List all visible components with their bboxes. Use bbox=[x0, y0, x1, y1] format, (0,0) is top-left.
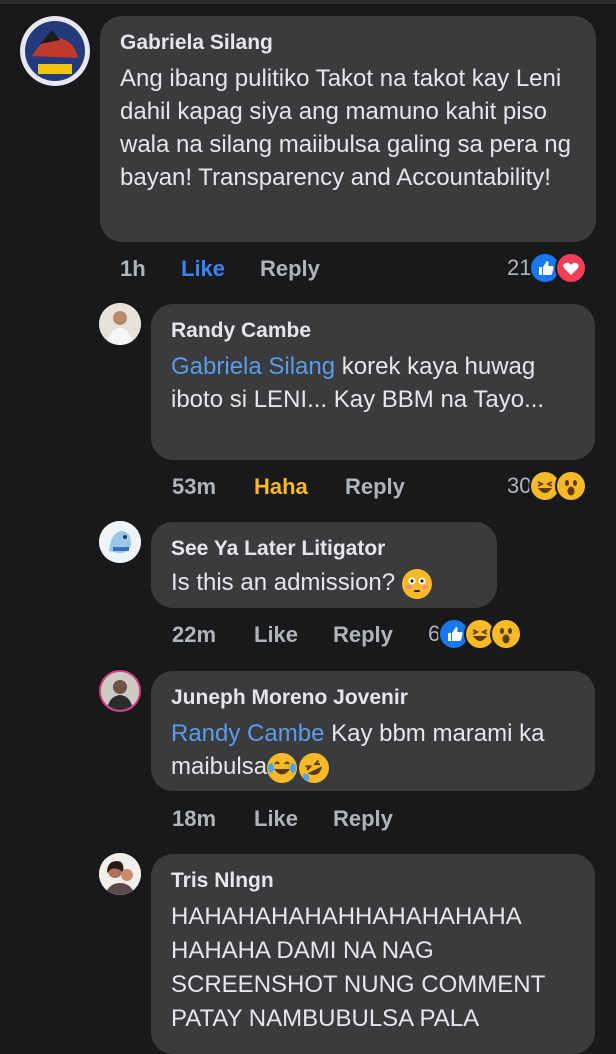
tears-of-joy-emoji bbox=[267, 752, 298, 783]
comment-body: Is this an admission? bbox=[171, 569, 402, 596]
comment-author[interactable]: Gabriela Silang bbox=[120, 30, 576, 56]
avatar[interactable] bbox=[99, 303, 141, 345]
comment-bubble: Juneph Moreno Jovenir Randy Cambe Kay bb… bbox=[151, 671, 595, 791]
comment-author[interactable]: Tris Nlngn bbox=[171, 868, 575, 894]
avatar[interactable] bbox=[99, 521, 141, 563]
reaction-summary[interactable]: 21 bbox=[507, 252, 588, 284]
avatar[interactable] bbox=[99, 670, 141, 712]
comment-body: Ang ibang pulitiko Takot na takot kay Le… bbox=[120, 65, 571, 191]
reply-button[interactable]: Reply bbox=[260, 256, 320, 282]
comment-bubble: Randy Cambe Gabriela Silang korek kaya h… bbox=[151, 304, 595, 460]
comment-author[interactable]: Randy Cambe bbox=[171, 318, 575, 344]
comment-actions: 18m Like Reply bbox=[172, 806, 432, 836]
timestamp: 22m bbox=[172, 622, 217, 647]
wow-icon bbox=[555, 470, 588, 502]
reply-button[interactable]: Reply bbox=[345, 474, 405, 500]
avatar[interactable] bbox=[20, 16, 90, 86]
comment-bubble: Tris Nlngn HAHAHAHAHAHHAHAHAHAHA HAHAHA … bbox=[151, 854, 595, 1054]
comment-bubble: Gabriela Silang Ang ibang pulitiko Takot… bbox=[100, 16, 596, 242]
comment-text: HAHAHAHAHAHHAHAHAHAHA HAHAHA DAMI NA NAG… bbox=[171, 900, 575, 1036]
haha-button[interactable]: Haha bbox=[254, 474, 308, 500]
rolling-laughing-emoji bbox=[294, 747, 334, 788]
comment-body: HAHAHAHAHAHHAHAHAHAHA HAHAHA DAMI NA NAG… bbox=[171, 903, 545, 1032]
timestamp: 53m bbox=[172, 474, 217, 499]
top-divider bbox=[0, 0, 616, 4]
comment-text: Ang ibang pulitiko Takot na takot kay Le… bbox=[120, 62, 576, 194]
comment-bubble: See Ya Later Litigator Is this an admiss… bbox=[151, 522, 497, 608]
reply-button[interactable]: Reply bbox=[333, 622, 393, 648]
comment-text: Randy Cambe Kay bbm marami ka maibulsa bbox=[171, 717, 575, 788]
timestamp: 18m bbox=[172, 806, 217, 831]
comment-author[interactable]: See Ya Later Litigator bbox=[171, 536, 477, 562]
mention-link[interactable]: Randy Cambe bbox=[171, 720, 324, 747]
reaction-summary[interactable]: 30 bbox=[507, 470, 588, 502]
mention-link[interactable]: Gabriela Silang bbox=[171, 353, 335, 380]
reply-button[interactable]: Reply bbox=[333, 806, 393, 832]
flushed-face-emoji bbox=[401, 568, 432, 599]
comment-text: Gabriela Silang korek kaya huwag iboto s… bbox=[171, 350, 575, 416]
wow-icon bbox=[490, 618, 523, 650]
comment-author[interactable]: Juneph Moreno Jovenir bbox=[171, 685, 575, 711]
like-button[interactable]: Like bbox=[254, 622, 298, 648]
timestamp: 1h bbox=[120, 256, 146, 281]
comment-actions: 22m Like Reply bbox=[172, 622, 432, 652]
comment-text: Is this an admission? bbox=[171, 566, 477, 599]
avatar[interactable] bbox=[99, 853, 141, 895]
reaction-count: 21 bbox=[507, 255, 532, 280]
reaction-count: 30 bbox=[507, 473, 532, 498]
reaction-summary[interactable]: 6 bbox=[428, 618, 523, 650]
like-button[interactable]: Like bbox=[254, 806, 298, 832]
like-button[interactable]: Like bbox=[181, 256, 225, 282]
love-icon bbox=[555, 252, 588, 284]
